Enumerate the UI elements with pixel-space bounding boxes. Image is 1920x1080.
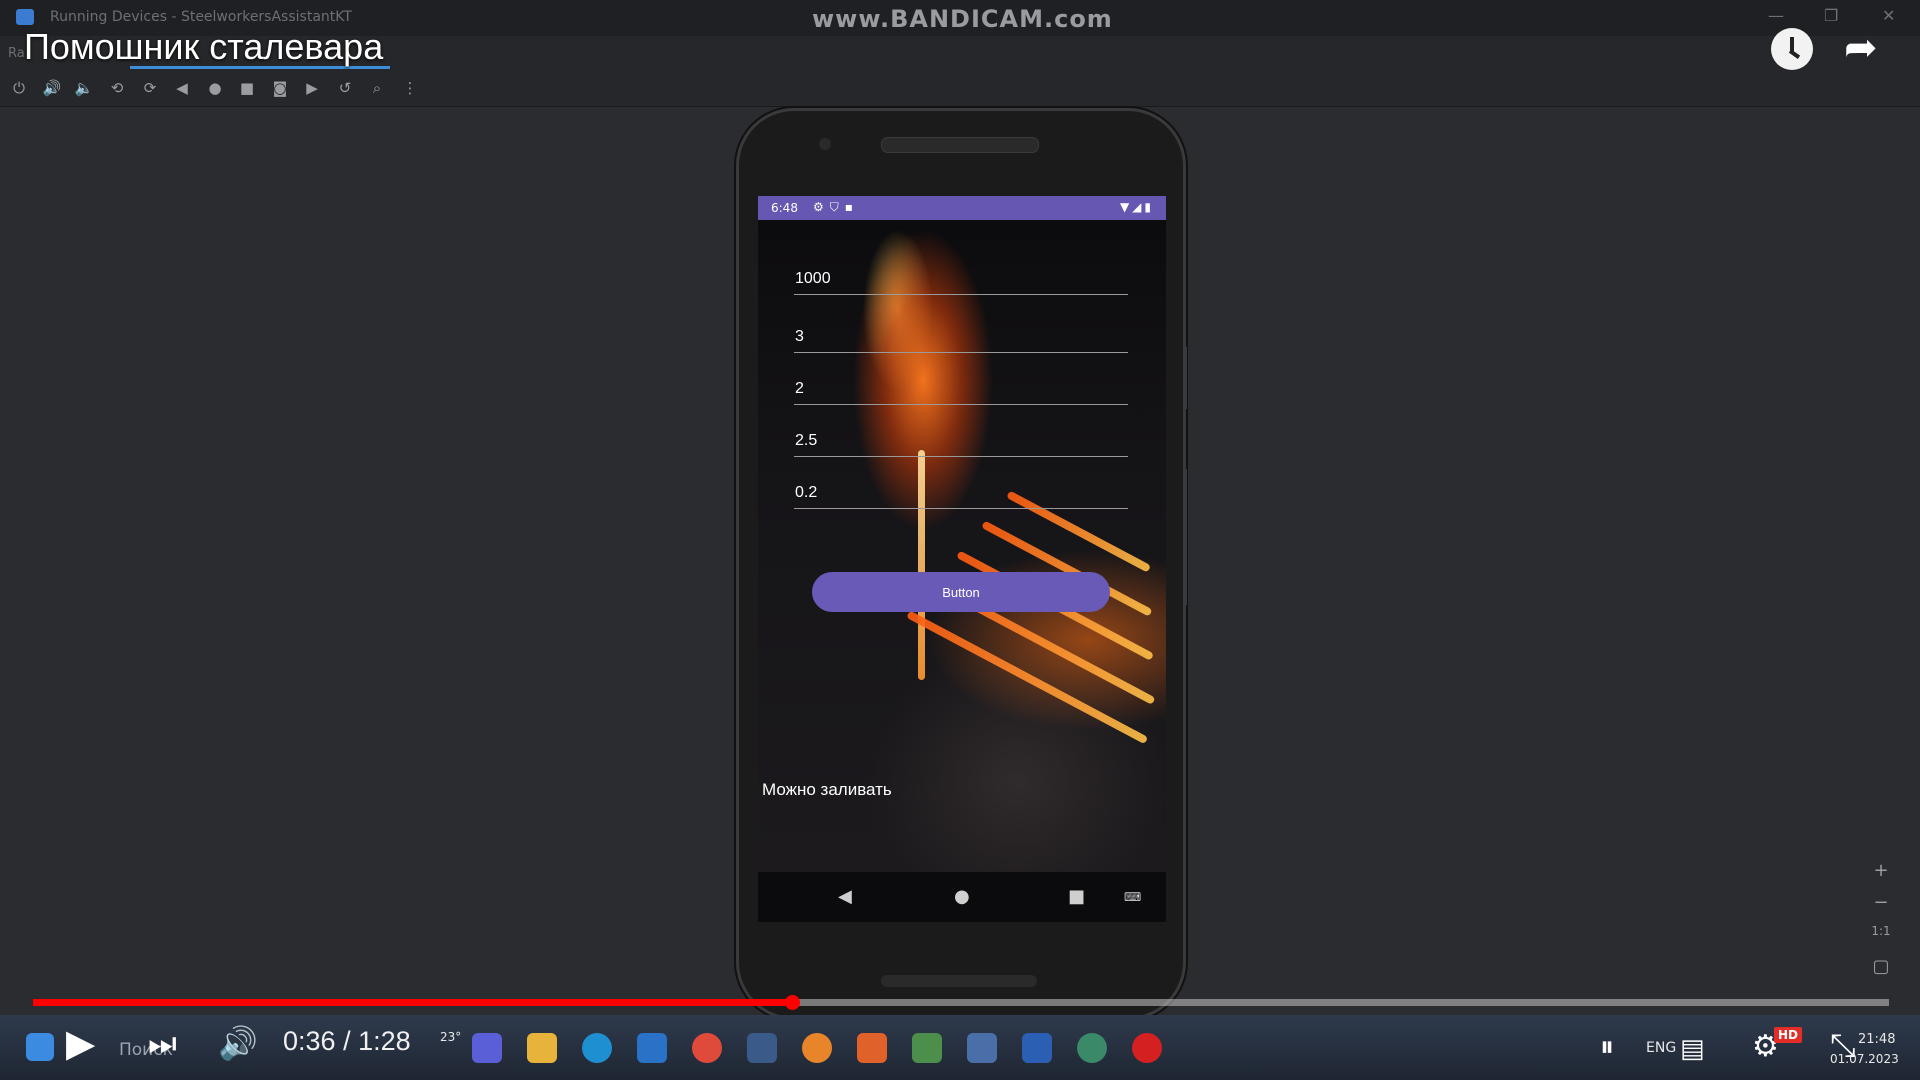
status-notification-icons: ⚙⛉▪ — [813, 200, 859, 214]
video-title: Помошник сталевара — [24, 26, 384, 67]
fit-screen-icon[interactable]: ▢ — [1866, 956, 1896, 988]
reset-icon[interactable]: ↺ — [334, 78, 356, 98]
duration: 1:28 — [358, 1026, 411, 1056]
clock-time: 21:48 — [1858, 1032, 1896, 1047]
emulator-toolbar: ⏻ 🔊 🔈 ⟲ ⟳ ◀ ● ■ ◙ ▶ ↺ ⌕ ⋮ — [0, 70, 1920, 107]
windows-start-icon[interactable] — [26, 1033, 54, 1061]
word-icon[interactable] — [1022, 1033, 1052, 1063]
rotate-left-icon[interactable]: ⟲ — [106, 78, 128, 98]
window-title: Running Devices - SteelworkersAssistantK… — [50, 9, 352, 25]
bottom-speaker — [881, 975, 1037, 987]
android-studio-icon — [16, 9, 34, 25]
home-icon[interactable]: ● — [204, 78, 226, 98]
app-icon-orange[interactable] — [802, 1033, 832, 1063]
zoom-icon[interactable]: ⌕ — [366, 78, 388, 98]
front-camera — [819, 138, 831, 150]
bandicam-watermark: www.BANDICAM.com — [812, 5, 1113, 33]
language-indicator[interactable]: ENG — [1646, 1040, 1676, 1056]
input-value: 2 — [795, 380, 804, 397]
power-side-button[interactable] — [1183, 347, 1187, 409]
input-value: 1000 — [795, 270, 831, 287]
nav-overview-icon[interactable]: ■ — [1068, 886, 1085, 907]
tab-running-devices[interactable]: Ra — [8, 46, 25, 61]
app-icon-puzzle[interactable] — [857, 1033, 887, 1063]
hd-badge: HD — [1774, 1027, 1803, 1043]
android-status-bar: 6:48 ⚙⛉▪ ▼◢▮ — [758, 196, 1166, 220]
next-button[interactable]: ⏭ — [148, 1024, 177, 1062]
input-field-3[interactable]: 2 — [794, 364, 1128, 405]
volume-down-icon[interactable]: 🔈 — [73, 78, 95, 98]
share-icon[interactable]: ➦ — [1844, 28, 1878, 68]
bandicam-record-icon[interactable] — [1132, 1033, 1162, 1063]
zoom-out-button[interactable]: − — [1866, 892, 1896, 924]
earpiece — [881, 137, 1039, 153]
overview-icon[interactable]: ■ — [236, 78, 258, 98]
autoplay-toggle[interactable]: ⏸ — [1600, 1028, 1614, 1066]
file-explorer-icon[interactable] — [527, 1033, 557, 1063]
result-text: Можно заливать — [762, 780, 892, 799]
microsoft-store-icon[interactable] — [637, 1033, 667, 1063]
input-value: 2.5 — [795, 432, 818, 449]
input-field-2[interactable]: 3 — [794, 312, 1128, 353]
video-progress-bar[interactable] — [33, 995, 1889, 1010]
volume-icon[interactable]: 🔊 — [218, 1024, 258, 1062]
close-icon[interactable]: ✕ — [1882, 6, 1895, 25]
edge-browser-icon[interactable] — [582, 1033, 612, 1063]
volume-up-icon[interactable]: 🔊 — [41, 78, 63, 98]
phone-frame: 6:48 ⚙⛉▪ ▼◢▮ 1000 3 2 2.5 0.2 Button Мож… — [736, 108, 1187, 1020]
weather-temp: 23° — [440, 1030, 462, 1044]
clock-date: 01.07.2023 — [1830, 1052, 1899, 1066]
power-icon[interactable]: ⏻ — [8, 78, 30, 98]
input-field-temperature[interactable]: 1000 — [794, 254, 1128, 295]
volume-side-button[interactable] — [1183, 469, 1187, 605]
teams-chat-icon[interactable] — [472, 1033, 502, 1063]
screenshot-icon[interactable]: ◙ — [269, 78, 291, 98]
record-icon[interactable]: ▶ — [301, 78, 323, 98]
subtitles-icon[interactable]: ▤ — [1680, 1030, 1705, 1068]
input-value: 3 — [795, 328, 804, 345]
more-icon[interactable]: ⋮ — [399, 78, 421, 98]
zoom-tools: + − 1:1 ▢ — [1866, 860, 1896, 988]
chrome-browser-icon[interactable] — [692, 1033, 722, 1063]
phone-screen: 6:48 ⚙⛉▪ ▼◢▮ 1000 3 2 2.5 0.2 Button Мож… — [758, 196, 1166, 922]
android-nav-bar: ◀ ● ■ ⌨ — [758, 872, 1166, 922]
status-signal-icons: ▼◢▮ — [1119, 200, 1154, 214]
back-icon[interactable]: ◀ — [171, 78, 193, 98]
current-time: 0:36 — [283, 1026, 336, 1056]
android-studio-taskbar-icon[interactable] — [1077, 1033, 1107, 1063]
restore-icon[interactable]: ❐ — [1824, 6, 1838, 25]
video-time-display: 0:36 / 1:28 — [283, 1026, 411, 1057]
video-scrubber[interactable] — [785, 995, 801, 1010]
actual-size-button[interactable]: 1:1 — [1866, 924, 1896, 956]
play-button[interactable]: ▶ — [66, 1024, 95, 1062]
keyboard-icon[interactable]: ⌨ — [1124, 890, 1141, 904]
input-field-4[interactable]: 2.5 — [794, 416, 1128, 457]
nav-home-icon[interactable]: ● — [954, 886, 970, 907]
minimize-icon[interactable]: — — [1768, 6, 1784, 25]
input-field-5[interactable]: 0.2 — [794, 468, 1128, 509]
input-value: 0.2 — [795, 484, 818, 501]
app-icon-kite[interactable] — [912, 1033, 942, 1063]
zoom-in-button[interactable]: + — [1866, 860, 1896, 892]
terminal-icon[interactable] — [747, 1033, 777, 1063]
nav-back-icon[interactable]: ◀ — [838, 886, 852, 907]
rotate-right-icon[interactable]: ⟳ — [139, 78, 161, 98]
video-progress-fill — [33, 999, 793, 1006]
app-icon-window[interactable] — [967, 1033, 997, 1063]
calculate-button[interactable]: Button — [812, 572, 1110, 612]
watch-later-icon[interactable] — [1771, 28, 1813, 70]
status-time: 6:48 — [771, 201, 798, 215]
time-separator: / — [335, 1026, 359, 1056]
